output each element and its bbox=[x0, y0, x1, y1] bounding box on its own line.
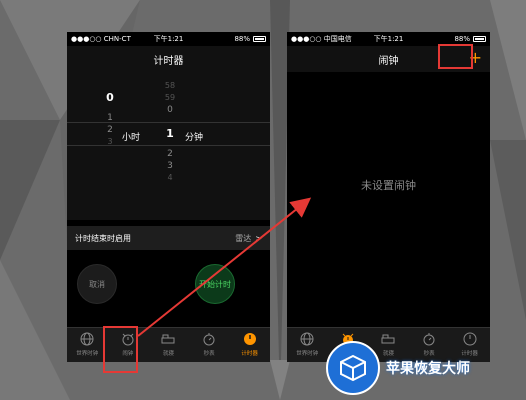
add-alarm-button[interactable]: + bbox=[469, 49, 482, 67]
page-title: 闹钟 bbox=[287, 46, 490, 72]
stopwatch-icon bbox=[201, 331, 217, 347]
battery-icon bbox=[473, 36, 486, 42]
alarm-clock-icon bbox=[120, 331, 136, 347]
globe-icon bbox=[299, 331, 315, 347]
tab-bar: 世界时钟 闹钟 就寝 秒表 计时器 bbox=[67, 327, 270, 362]
sound-value: 雷达 bbox=[235, 233, 252, 243]
timer-screen: ●●●○○ CHN-CT 下午1:21 88% 计时器 0 1 2 3 58 5… bbox=[67, 32, 270, 362]
tab-label: 就寝 bbox=[162, 351, 174, 357]
bed-icon bbox=[160, 331, 176, 347]
status-bar: ●●●○○ CHN-CT 下午1:21 88% bbox=[67, 32, 270, 46]
duration-picker[interactable]: 0 1 2 3 58 59 0 1 2 3 4 小时 分钟 bbox=[67, 72, 270, 220]
picker-value: 3 bbox=[107, 137, 113, 146]
tab-bedtime[interactable]: 就寝 bbox=[148, 328, 189, 362]
minutes-selected: 1 bbox=[166, 127, 174, 140]
picker-value: 0 bbox=[167, 105, 173, 115]
hours-unit-label: 小时 bbox=[122, 133, 141, 143]
battery-icon bbox=[253, 36, 266, 42]
hours-selected: 0 bbox=[106, 91, 114, 104]
start-button[interactable]: 开始计时 bbox=[195, 264, 235, 304]
tab-world-clock[interactable]: 世界时钟 bbox=[287, 328, 328, 362]
carrier-label: ●●●○○ CHN-CT bbox=[71, 35, 131, 43]
tab-timer[interactable]: 计时器 bbox=[229, 328, 270, 362]
globe-icon bbox=[79, 331, 95, 347]
tab-world-clock[interactable]: 世界时钟 bbox=[67, 328, 108, 362]
when-timer-ends-label: 计时结束时启用 bbox=[75, 233, 131, 243]
when-timer-ends-row[interactable]: 计时结束时启用 雷达 > bbox=[67, 226, 270, 250]
status-time: 下午1:21 bbox=[373, 35, 404, 43]
tab-label: 世界时钟 bbox=[76, 351, 99, 357]
carrier-label: ●●●○○ 中国电信 bbox=[291, 35, 352, 43]
alarm-screen: ●●●○○ 中国电信 下午1:21 88% 闹钟 + 未设置闹钟 世界时钟 闹钟… bbox=[287, 32, 490, 362]
page-title: 计时器 bbox=[67, 46, 270, 72]
picker-value: 59 bbox=[164, 93, 176, 102]
picker-value: 1 bbox=[107, 113, 113, 123]
tab-label: 世界时钟 bbox=[296, 351, 319, 357]
timer-icon bbox=[242, 331, 258, 347]
hours-wheel[interactable]: 0 1 2 3 bbox=[95, 80, 125, 148]
tab-label: 秒表 bbox=[203, 351, 215, 357]
battery-percent: 88% bbox=[454, 35, 470, 43]
picker-value: 2 bbox=[167, 149, 173, 159]
no-alarms-text: 未设置闹钟 bbox=[361, 179, 416, 192]
chevron-right-icon: > bbox=[255, 233, 262, 243]
minutes-unit-label: 分钟 bbox=[185, 133, 204, 143]
tab-stopwatch[interactable]: 秒表 bbox=[189, 328, 230, 362]
status-time: 下午1:21 bbox=[153, 35, 184, 43]
picker-value: 3 bbox=[167, 161, 173, 171]
tab-label: 计时器 bbox=[241, 351, 258, 357]
tab-label: 闹钟 bbox=[122, 351, 134, 357]
tab-alarm[interactable]: 闹钟 bbox=[108, 328, 149, 362]
minutes-wheel[interactable]: 58 59 0 1 2 3 4 bbox=[155, 80, 185, 184]
picker-value: 2 bbox=[107, 125, 113, 135]
battery-percent: 88% bbox=[234, 35, 250, 43]
cube-logo-icon bbox=[326, 341, 380, 395]
picker-value: 4 bbox=[167, 173, 173, 182]
cancel-button[interactable]: 取消 bbox=[77, 264, 117, 304]
picker-value: 58 bbox=[164, 81, 176, 90]
status-bar: ●●●○○ 中国电信 下午1:21 88% bbox=[287, 32, 490, 46]
watermark-text: 苹果恢复大师 bbox=[386, 361, 470, 377]
watermark: 苹果恢复大师 bbox=[326, 340, 526, 396]
